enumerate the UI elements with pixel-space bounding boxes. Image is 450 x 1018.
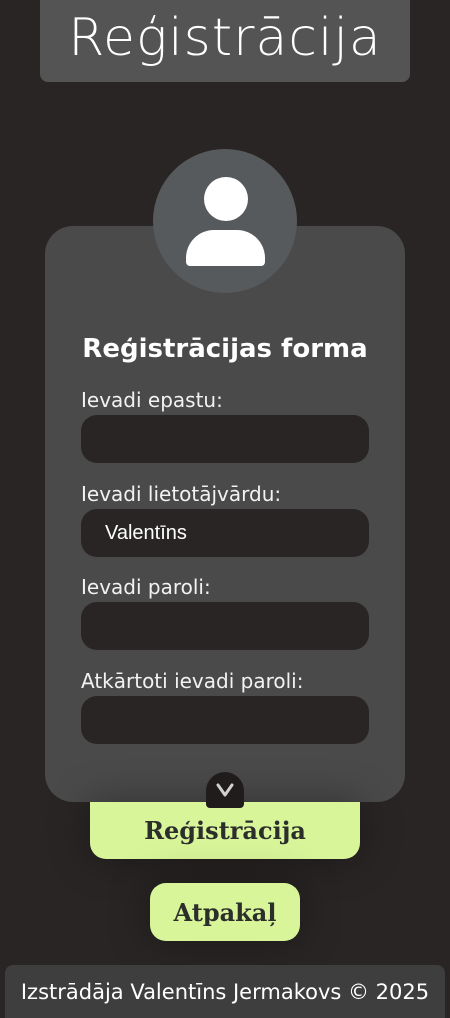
username-label: Ievadi lietotājvārdu: [81,482,282,506]
footer-credit: Izstrādāja Valentīns Jermakovs © 2025 [20,979,430,1004]
confirm-password-field[interactable] [81,696,369,744]
email-field[interactable] [81,415,369,463]
avatar-body [186,230,265,266]
chevron-down-icon [216,783,234,797]
form-toggle-tab[interactable] [206,772,244,808]
page-title: Reģistrācija [68,8,382,68]
confirm-password-label: Atkārtoti ievadi paroli: [81,669,304,693]
user-avatar-icon [153,149,297,293]
password-field[interactable] [81,602,369,650]
footer: Izstrādāja Valentīns Jermakovs © 2025 [5,965,445,1018]
password-label: Ievadi paroli: [81,575,211,599]
username-field[interactable] [81,509,369,557]
registration-card: Reģistrācijas forma Ievadi epastu: Ievad… [45,226,405,802]
form-title: Reģistrācijas forma [82,334,368,364]
back-button[interactable]: Atpakaļ [150,883,300,941]
avatar-head [204,177,248,221]
page-header: Reģistrācija [40,0,410,82]
email-label: Ievadi epastu: [81,388,223,412]
register-button[interactable]: Reģistrācija [90,802,360,859]
